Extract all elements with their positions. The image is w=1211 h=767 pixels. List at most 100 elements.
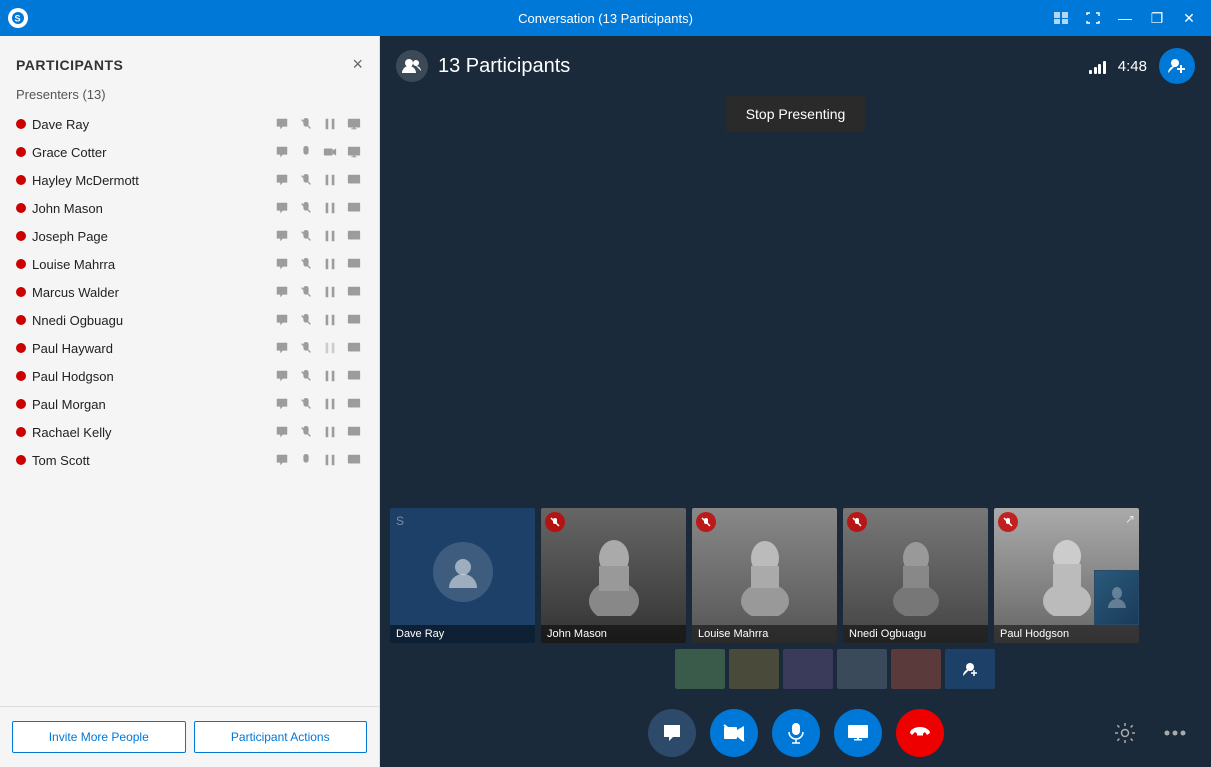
pause-icon[interactable] (321, 451, 339, 469)
minimize-button[interactable]: — (1111, 4, 1139, 32)
mute-icon[interactable] (297, 199, 315, 217)
screen-icon[interactable] (345, 339, 363, 357)
screen-icon[interactable] (345, 451, 363, 469)
mute-icon[interactable] (297, 115, 315, 133)
mute-icon[interactable] (297, 227, 315, 245)
participant-controls (273, 171, 363, 189)
video-icon[interactable] (321, 143, 339, 161)
mute-indicator (847, 512, 867, 532)
small-thumbnail[interactable] (729, 649, 779, 689)
chat-icon[interactable] (273, 199, 291, 217)
screen-icon[interactable] (345, 171, 363, 189)
snap-button[interactable] (1047, 4, 1075, 32)
mute-icon[interactable] (297, 171, 315, 189)
mic-icon[interactable] (297, 143, 315, 161)
pause-icon[interactable] (321, 255, 339, 273)
chat-icon[interactable] (273, 311, 291, 329)
small-thumbnail[interactable] (783, 649, 833, 689)
screen-share-button[interactable] (834, 709, 882, 757)
presenter-avatar (433, 542, 493, 602)
video-tile-nnedi-ogbuagu[interactable]: Nnedi Ogbuagu (843, 508, 988, 643)
top-bar-right: 4:48 (1089, 48, 1195, 84)
chat-icon[interactable] (273, 451, 291, 469)
status-dot (16, 371, 26, 381)
pause-icon[interactable] (321, 199, 339, 217)
screen-icon[interactable] (345, 367, 363, 385)
restore-button[interactable]: ❐ (1143, 4, 1171, 32)
participants-count: 13 Participants (438, 55, 570, 78)
pause-icon[interactable] (321, 367, 339, 385)
presenters-label: Presenters (13) (0, 83, 379, 110)
main-layout: PARTICIPANTS × Presenters (13) Dave Ray … (0, 36, 1211, 767)
video-tile-john-mason[interactable]: John Mason (541, 508, 686, 643)
mute-icon[interactable] (297, 339, 315, 357)
add-participant-button[interactable] (1159, 48, 1195, 84)
pause-icon[interactable] (321, 423, 339, 441)
more-participants-tile[interactable] (945, 649, 995, 689)
screen-icon[interactable] (345, 395, 363, 413)
more-options-button[interactable] (1155, 713, 1195, 753)
mute-icon[interactable] (297, 283, 315, 301)
screen-icon[interactable] (345, 143, 363, 161)
chat-icon[interactable] (273, 255, 291, 273)
pause-icon[interactable] (321, 311, 339, 329)
participant-name: Paul Hayward (32, 341, 267, 356)
sidebar-footer: Invite More People Participant Actions (0, 706, 379, 767)
pause-icon[interactable] (321, 339, 339, 357)
small-thumbnail[interactable] (891, 649, 941, 689)
pause-icon[interactable] (321, 227, 339, 245)
video-strip-main: Dave Ray S (390, 508, 1201, 643)
mute-icon[interactable] (297, 367, 315, 385)
chat-icon[interactable] (273, 283, 291, 301)
list-item: Louise Mahrra (4, 250, 375, 278)
microphone-button[interactable] (772, 709, 820, 757)
video-mute-button[interactable] (710, 709, 758, 757)
fullscreen-button[interactable] (1079, 4, 1107, 32)
end-call-button[interactable] (896, 709, 944, 757)
participant-name: Rachael Kelly (32, 425, 267, 440)
close-button[interactable]: ✕ (1175, 4, 1203, 32)
participant-controls (273, 339, 363, 357)
video-tile-name: Louise Mahrra (692, 625, 837, 643)
participant-name: Marcus Walder (32, 285, 267, 300)
pause-icon[interactable] (321, 395, 339, 413)
video-tile-dave-ray[interactable]: Dave Ray S (390, 508, 535, 643)
participant-actions-button[interactable]: Participant Actions (194, 721, 368, 753)
pause-icon[interactable] (321, 115, 339, 133)
participant-controls (273, 367, 363, 385)
screen-icon[interactable] (345, 227, 363, 245)
small-thumbnail[interactable] (837, 649, 887, 689)
screen-icon[interactable] (345, 115, 363, 133)
chat-icon[interactable] (273, 227, 291, 245)
title-bar: S Conversation (13 Participants) — ❐ ✕ (0, 0, 1211, 36)
chat-icon[interactable] (273, 339, 291, 357)
mute-icon[interactable] (297, 255, 315, 273)
chat-icon[interactable] (273, 115, 291, 133)
invite-button[interactable]: Invite More People (12, 721, 186, 753)
mic-icon[interactable] (297, 451, 315, 469)
video-tile-paul-hodgson[interactable]: Paul Hodgson ↗ (994, 508, 1139, 643)
settings-button[interactable] (1105, 713, 1145, 753)
mute-icon[interactable] (297, 423, 315, 441)
watermark-icon: S (396, 514, 404, 528)
chat-icon[interactable] (273, 423, 291, 441)
title-bar-title: Conversation (13 Participants) (518, 11, 693, 26)
video-tile-louise-mahrra[interactable]: Louise Mahrra (692, 508, 837, 643)
screen-icon[interactable] (345, 283, 363, 301)
chat-icon[interactable] (273, 395, 291, 413)
screen-icon[interactable] (345, 255, 363, 273)
screen-icon[interactable] (345, 311, 363, 329)
mute-icon[interactable] (297, 395, 315, 413)
pause-icon[interactable] (321, 171, 339, 189)
screen-icon[interactable] (345, 423, 363, 441)
small-thumbnail[interactable] (675, 649, 725, 689)
pause-icon[interactable] (321, 283, 339, 301)
stop-presenting-button[interactable]: Stop Presenting (726, 96, 866, 132)
mute-icon[interactable] (297, 311, 315, 329)
chat-icon[interactable] (273, 171, 291, 189)
close-sidebar-button[interactable]: × (352, 54, 363, 75)
chat-icon[interactable] (273, 143, 291, 161)
chat-button[interactable] (648, 709, 696, 757)
screen-icon[interactable] (345, 199, 363, 217)
chat-icon[interactable] (273, 367, 291, 385)
